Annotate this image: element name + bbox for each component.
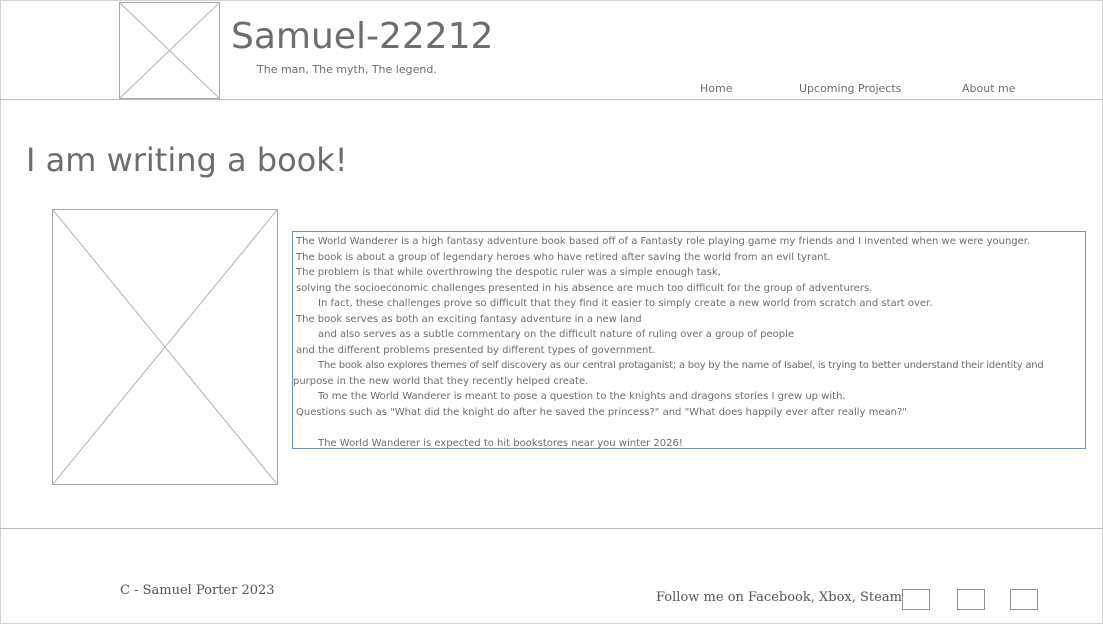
paragraph-line: The World Wanderer is a high fantasy adv… [296, 236, 1031, 247]
paragraph-line: The book serves as both an exciting fant… [296, 313, 642, 325]
steam-icon[interactable] [1010, 589, 1038, 610]
image-placeholder-icon [53, 210, 277, 484]
page-heading: I am writing a book! [26, 141, 348, 179]
paragraph-line: The problem is that while overthrowing t… [296, 267, 721, 278]
site-title: Samuel-22212 [231, 16, 494, 57]
paragraph-line: purpose in the new world that they recen… [293, 375, 589, 387]
footer-copyright: C - Samuel Porter 2023 [120, 583, 275, 598]
facebook-icon[interactable] [902, 589, 930, 610]
paragraph-line: The book is about a group of legendary h… [296, 251, 831, 263]
book-image-placeholder [52, 209, 278, 485]
logo-image-placeholder [119, 2, 220, 99]
xbox-icon[interactable] [957, 589, 985, 610]
header-divider [0, 99, 1103, 100]
nav-link-upcoming-projects[interactable]: Upcoming Projects [799, 82, 901, 95]
nav-link-home[interactable]: Home [700, 82, 732, 95]
paragraph-line: To me the World Wanderer is meant to pos… [318, 391, 846, 402]
paragraph-line: and also serves as a subtle commentary o… [318, 329, 795, 340]
paragraph-line [293, 420, 1085, 436]
paragraph-line: The World Wanderer is expected to hit bo… [318, 437, 683, 449]
footer-divider [0, 528, 1103, 529]
footer-follow-text: Follow me on Facebook, Xbox, Steam [656, 590, 902, 605]
paragraph-line: Questions such as "What did the knight d… [296, 406, 907, 418]
book-description: The World Wanderer is a high fantasy adv… [292, 231, 1086, 449]
paragraph-line: The book also explores themes of self di… [318, 360, 1044, 371]
paragraph-line: In fact, these challenges prove so diffi… [318, 298, 933, 309]
site-tagline: The man, The myth, The legend. [257, 63, 437, 76]
image-placeholder-icon [120, 3, 219, 98]
paragraph-line: solving the socioeconomic challenges pre… [296, 282, 873, 294]
paragraph-line: and the different problems presented by … [296, 344, 656, 356]
nav-link-about-me[interactable]: About me [962, 82, 1016, 95]
